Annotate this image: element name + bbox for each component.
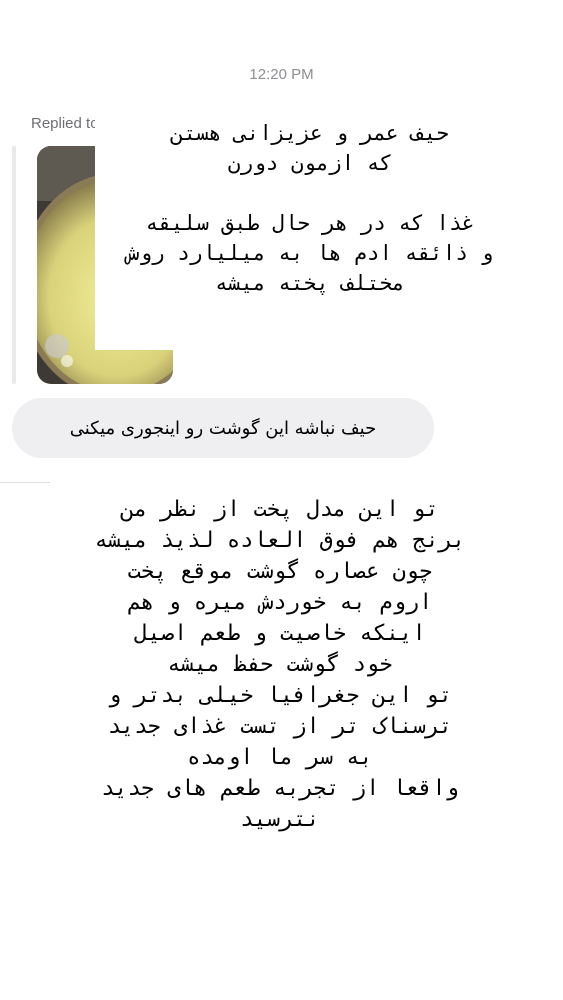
- message-text: حیف نباشه این گوشت رو اینجوری میکنی: [69, 417, 377, 439]
- reply-indicator-bar: [12, 146, 16, 384]
- message-bubble[interactable]: حیف نباشه این گوشت رو اینجوری میکنی: [12, 398, 434, 458]
- message-timestamp: 12:20 PM: [249, 66, 314, 83]
- story-overlay-text: حیف عمر و عزیزانی هستن که ازمون دورن غذا…: [126, 121, 494, 295]
- caption-text: تو این مدل پخت از نظر من برنج هم فوق الع…: [94, 497, 466, 832]
- divider: [0, 482, 50, 483]
- replied-to-label: Replied to you: [31, 115, 103, 132]
